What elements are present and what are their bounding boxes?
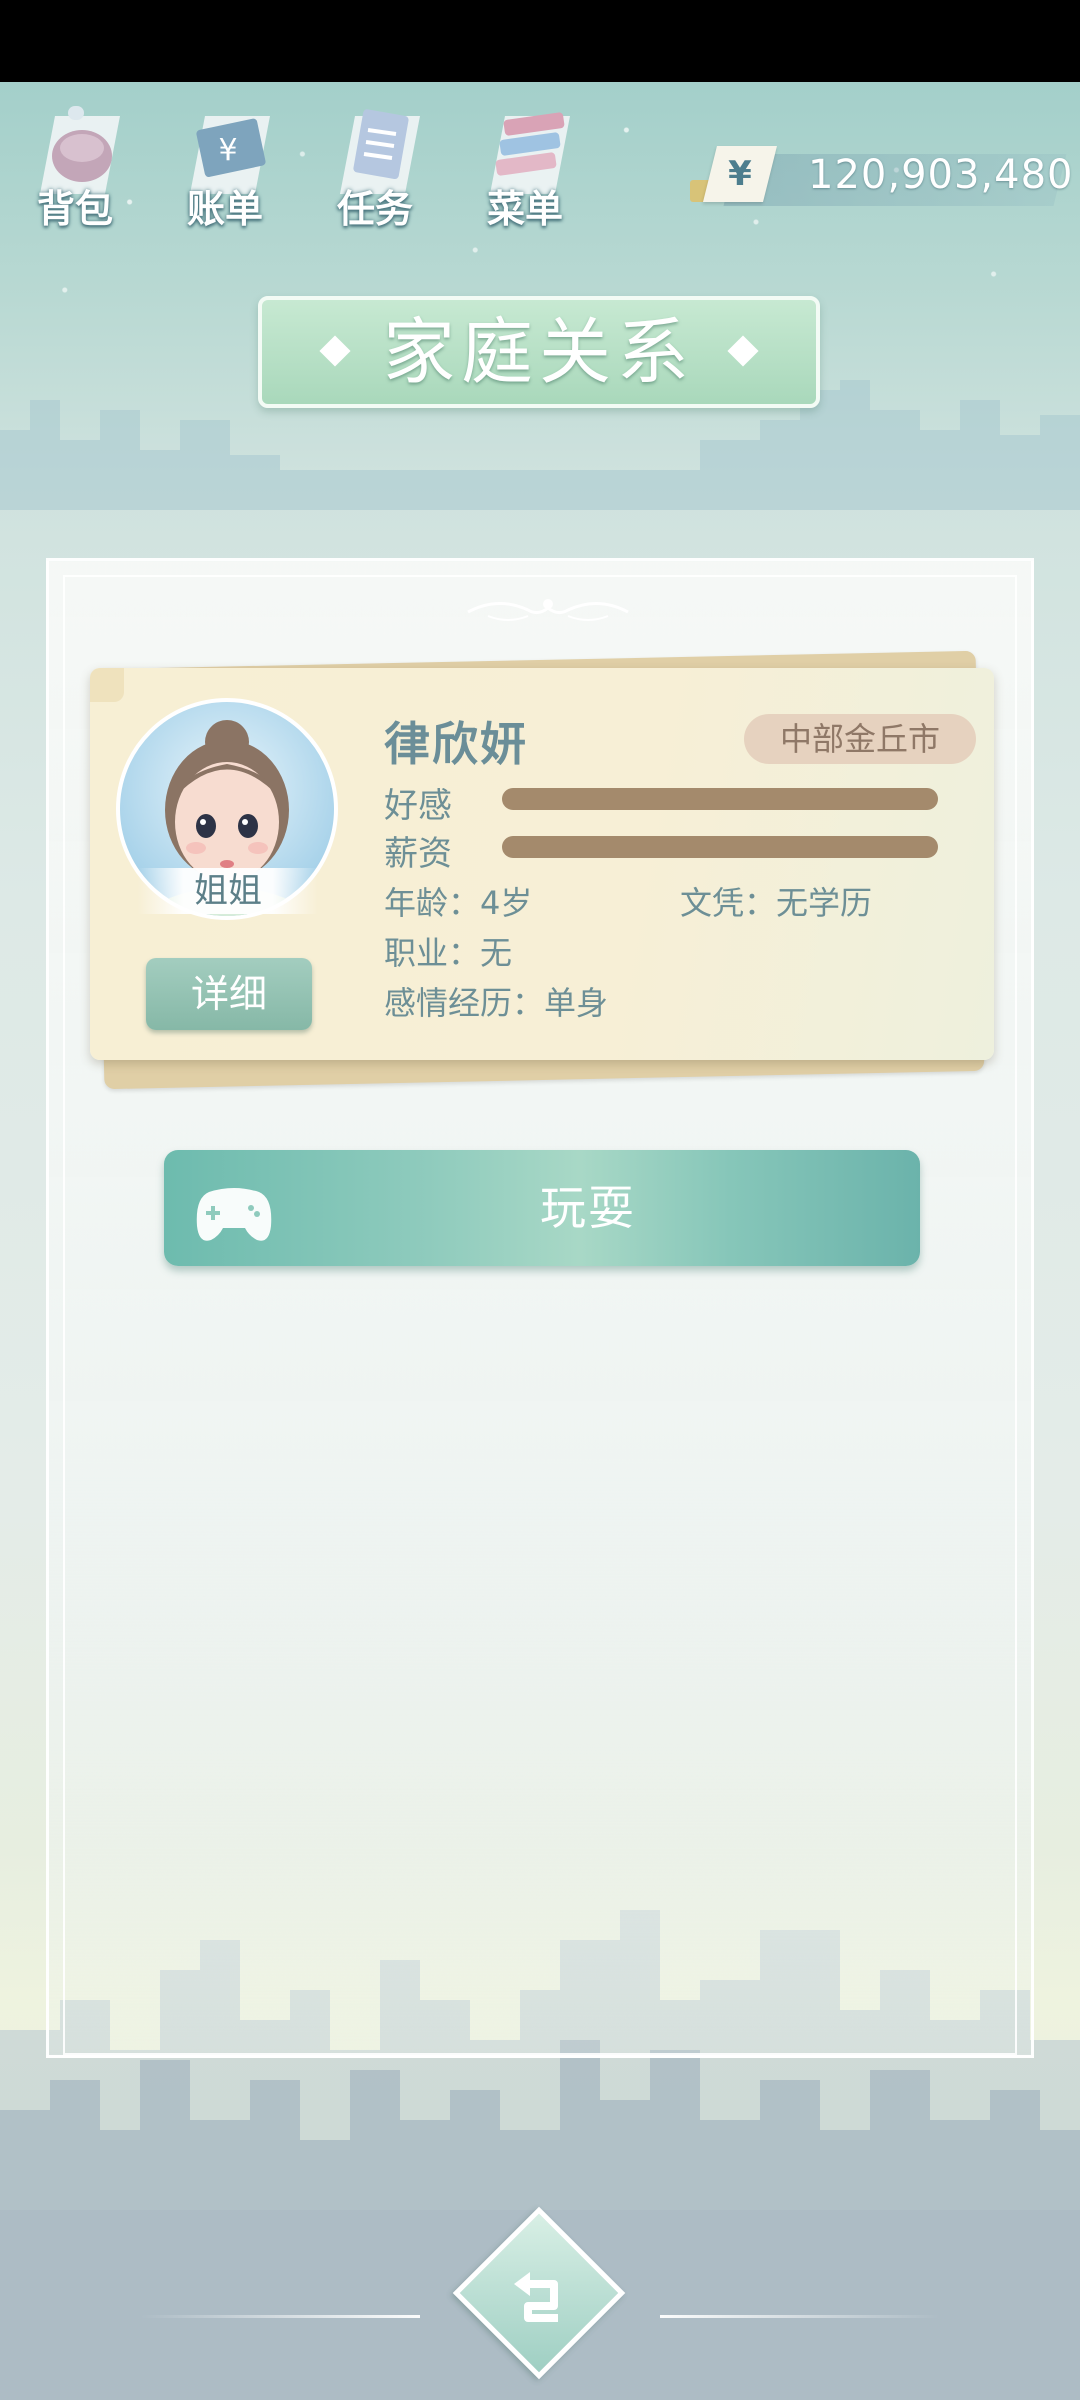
nav-item-bag[interactable]: 背包 [10, 98, 140, 238]
decorative-line-left [140, 2315, 420, 2318]
card-corner-fold [90, 668, 124, 702]
gamepad-icon [196, 1188, 272, 1241]
currency-display: ¥ 120,903,480 [690, 146, 1072, 206]
nav-label: 任务 [336, 187, 413, 231]
salary-bar [502, 836, 938, 858]
nav-label: 账单 [186, 187, 263, 231]
nav-label: 菜单 [486, 187, 563, 231]
decorative-line-right [660, 2315, 940, 2318]
ornament-decoration [467, 599, 629, 621]
affection-bar [502, 788, 938, 810]
detail-button[interactable]: 详细 [146, 958, 312, 1030]
stat-label-salary: 薪资 [384, 834, 452, 874]
page-title-banner: 家庭关系 [258, 296, 820, 408]
play-button-label: 玩耍 [540, 1181, 636, 1235]
character-name: 律欣妍 [384, 717, 528, 771]
stat-label-affection: 好感 [384, 786, 452, 826]
nav-item-task[interactable]: 任务 [310, 98, 440, 238]
currency-amount: 120,903,480 [808, 152, 1074, 198]
back-arrow-icon [514, 2272, 558, 2322]
page-title: 家庭关系 [382, 310, 695, 394]
svg-text:¥: ¥ [218, 133, 237, 168]
relationship-text: 感情经历：单身 [384, 984, 609, 1022]
job-text: 职业：无 [384, 934, 513, 972]
nav-label: 背包 [36, 187, 113, 231]
education-text: 文凭：无学历 [680, 884, 873, 922]
age-text: 年龄：4岁 [384, 884, 533, 922]
nav-item-bill[interactable]: ¥ 账单 [160, 98, 290, 238]
yen-icon: ¥ [703, 146, 777, 202]
relation-tag: 姐姐 [138, 868, 318, 914]
status-bar [0, 0, 1080, 82]
location-badge: 中部金丘市 [744, 714, 976, 764]
nav-item-menu[interactable]: 菜单 [460, 98, 590, 238]
